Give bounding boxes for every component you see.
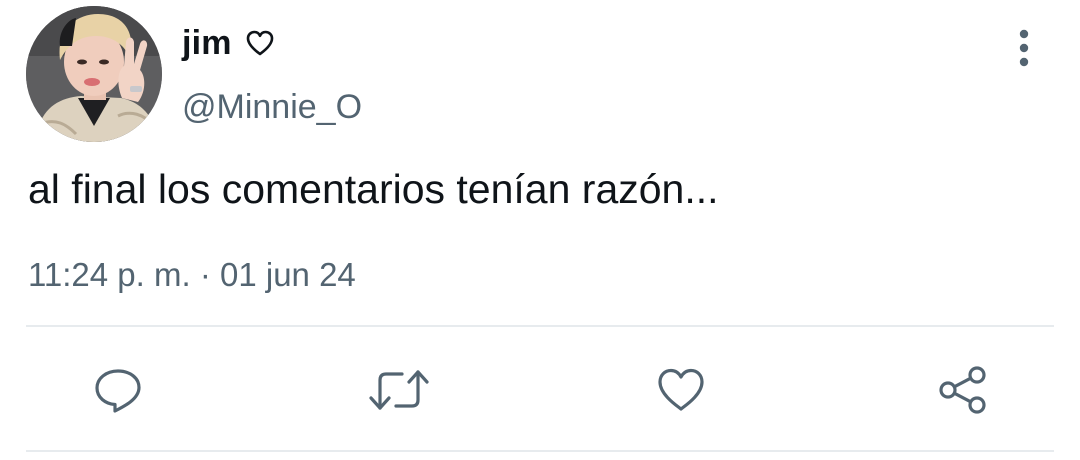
avatar-image — [26, 6, 162, 142]
heart-outline-icon — [245, 29, 275, 57]
tweet-timestamp[interactable]: 11:24 p. m. · 01 jun 24 — [28, 256, 356, 294]
heart-outline-icon — [655, 366, 707, 414]
tweet-time: 11:24 p. m. — [28, 256, 191, 293]
tweet-text: al final los comentarios tenían razón... — [28, 166, 719, 212]
retweet-arrows-icon — [368, 366, 430, 414]
divider — [26, 450, 1054, 452]
tweet-date: 01 jun 24 — [220, 256, 356, 293]
speech-bubble-icon — [93, 366, 143, 414]
divider — [26, 325, 1054, 327]
tweet-card: jim @Minnie_O al final los comentarios t… — [0, 0, 1080, 460]
like-button[interactable] — [651, 360, 711, 420]
author-display-name[interactable]: jim — [182, 24, 232, 63]
share-button[interactable] — [932, 360, 992, 420]
avatar[interactable] — [26, 6, 162, 142]
timestamp-separator: · — [199, 256, 211, 293]
share-nodes-icon — [935, 363, 989, 417]
retweet-button[interactable] — [369, 360, 429, 420]
more-options-button[interactable] — [1006, 26, 1042, 74]
author-handle[interactable]: @Minnie_O — [182, 88, 362, 127]
vertical-ellipsis-icon — [1018, 28, 1030, 73]
reply-button[interactable] — [88, 360, 148, 420]
